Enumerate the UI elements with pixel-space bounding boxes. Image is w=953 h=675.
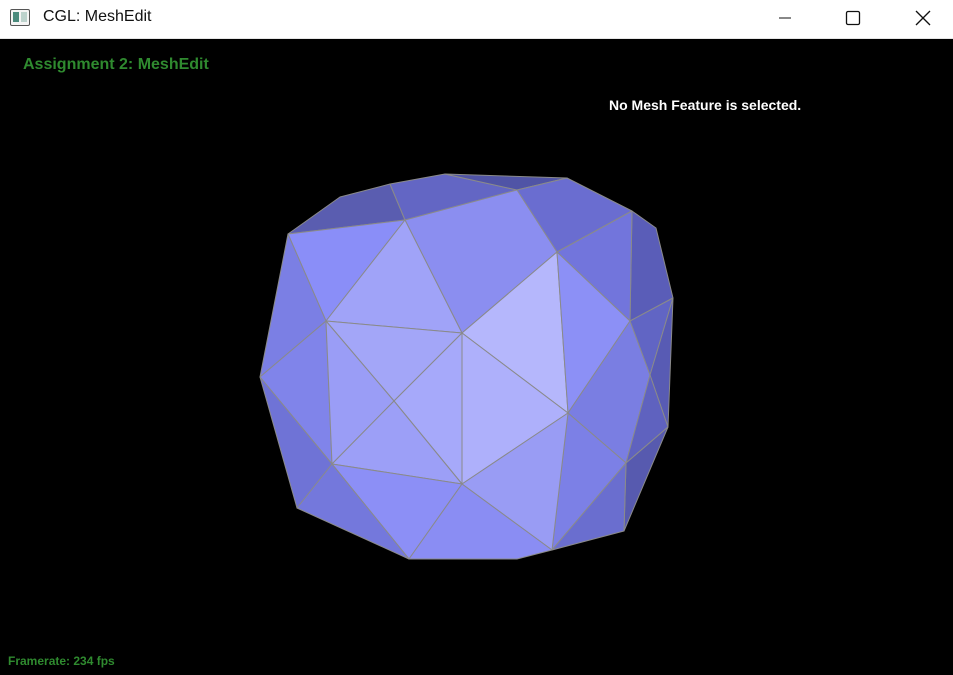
title-bar[interactable]: CGL: MeshEdit [0, 0, 953, 39]
mesh-canvas[interactable] [0, 40, 953, 675]
app-window-icon [10, 9, 30, 26]
selection-status: No Mesh Feature is selected. [609, 97, 802, 113]
render-viewport[interactable]: Assignment 2: MeshEdit No Mesh Feature i… [0, 40, 953, 675]
minimize-icon [779, 17, 791, 19]
close-icon [915, 10, 931, 26]
maximize-icon [845, 10, 861, 26]
assignment-title: Assignment 2: MeshEdit [23, 56, 209, 73]
framerate-readout: Framerate: 234 fps [8, 654, 115, 668]
maximize-button[interactable] [830, 0, 876, 36]
window-title: CGL: MeshEdit [43, 8, 152, 25]
close-button[interactable] [900, 0, 946, 36]
minimize-button[interactable] [762, 0, 808, 36]
